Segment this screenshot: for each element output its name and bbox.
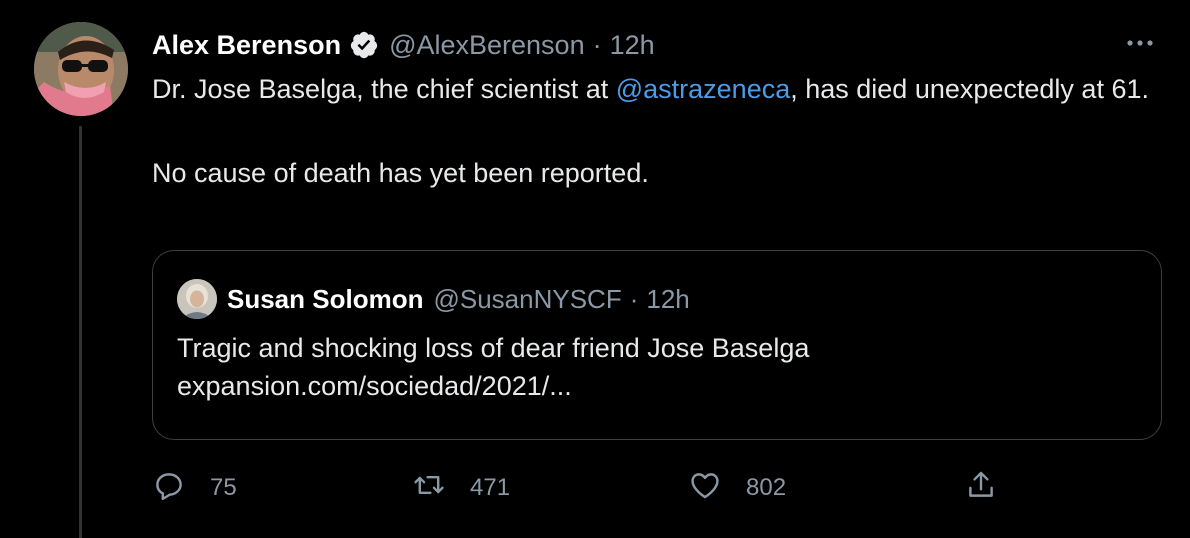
quoted-tweet-text: Tragic and shocking loss of dear friend …	[177, 329, 1137, 405]
reply-icon	[152, 468, 186, 509]
quoted-author-handle: @SusanNYSCF	[433, 283, 622, 314]
retweet-icon	[412, 468, 446, 509]
tweet-text-part: , has died unexpectedly at 61.	[790, 74, 1149, 104]
share-icon	[964, 468, 998, 509]
tweet-paragraph-2: No cause of death has yet been reported.	[152, 158, 649, 188]
share-button[interactable]	[964, 466, 998, 510]
quoted-text-line: Tragic and shocking loss of dear friend …	[177, 333, 810, 363]
like-button[interactable]: 802	[688, 466, 786, 510]
quoted-tweet-header: Susan Solomon @SusanNYSCF · 12h	[227, 279, 690, 319]
separator-dot: ·	[629, 283, 639, 314]
tweet-text: Dr. Jose Baselga, the chief scientist at…	[152, 70, 1152, 192]
quoted-tweet-time: 12h	[646, 283, 690, 314]
reply-count: 75	[210, 474, 237, 501]
retweet-button[interactable]: 471	[412, 466, 510, 510]
tweet-header: Alex Berenson @AlexBerenson · 12h	[152, 25, 655, 65]
tweet-time[interactable]: 12h	[610, 30, 655, 61]
more-options-icon[interactable]	[1120, 26, 1160, 60]
author-avatar[interactable]	[34, 22, 128, 116]
verified-badge-icon	[349, 30, 379, 60]
mention-link[interactable]: @astrazeneca	[616, 74, 791, 104]
quoted-author-name: Susan Solomon	[227, 283, 424, 314]
retweet-count: 471	[470, 474, 511, 501]
tweet-paragraph-1: Dr. Jose Baselga, the chief scientist at…	[152, 70, 1152, 108]
tweet-text-part: Dr. Jose Baselga, the chief scientist at	[152, 74, 616, 104]
quoted-author-avatar	[177, 279, 217, 319]
author-handle[interactable]: @AlexBerenson	[389, 30, 585, 61]
quoted-link-text: expansion.com/sociedad/2021/...	[177, 371, 572, 401]
quoted-tweet-card[interactable]: Susan Solomon @SusanNYSCF · 12h Tragic a…	[152, 250, 1162, 440]
like-count: 802	[746, 474, 787, 501]
separator-dot: ·	[592, 29, 602, 60]
reply-button[interactable]: 75	[152, 466, 237, 510]
thread-line	[79, 126, 82, 538]
tweet-actions: 75 471 802	[152, 466, 1012, 510]
author-name[interactable]: Alex Berenson	[152, 30, 341, 61]
heart-icon	[688, 468, 722, 509]
